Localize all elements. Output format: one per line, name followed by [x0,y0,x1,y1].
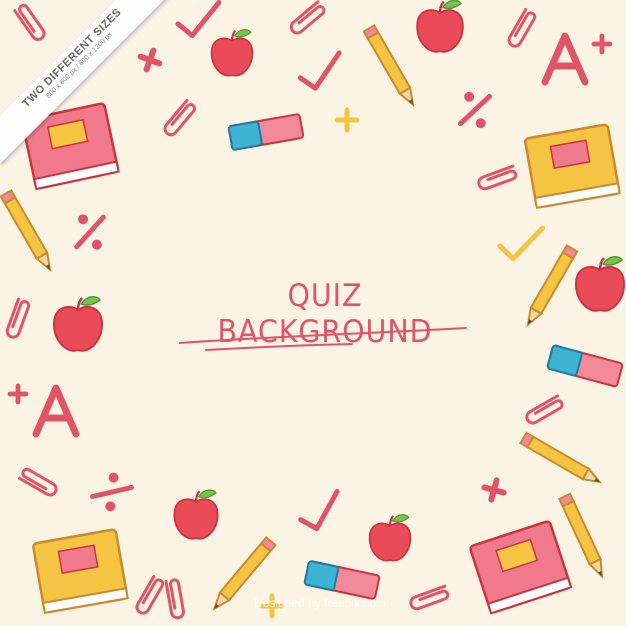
book-icon [523,122,621,209]
checkmark-icon [296,491,347,532]
pencil-icon [0,189,57,274]
eraser-icon [303,559,381,601]
letter-a-plus-icon [10,386,76,434]
paperclip-icon [523,394,566,427]
paperclip-icon [17,466,60,499]
paperclip-icon [4,297,32,341]
pencil-icon [558,492,609,580]
percent-icon [76,214,105,250]
checkmark-icon [499,228,545,260]
paperclip-icon [505,7,538,50]
apple-icon [52,295,104,353]
eraser-icon [227,112,305,152]
apple-icon [416,0,464,53]
apple-icon [173,488,219,540]
pencil-icon [521,244,579,329]
paperclip-icon [161,98,198,139]
pencil-icon [519,431,604,489]
paperclip-icon [287,0,328,37]
paperclip-icon [13,2,48,44]
book-icon [468,519,573,615]
book-icon [31,527,129,614]
paperclip-icon [133,574,186,621]
apple-icon [368,513,412,562]
plus-icon [337,110,357,130]
pencil-icon [362,24,420,109]
apple-icon [574,255,626,313]
credit-text: Designed by freepik.com [253,596,387,610]
apple-icon [210,28,254,77]
checkmark-icon [176,2,224,37]
plus-icon [482,478,506,502]
checkmark-icon [297,53,347,91]
percent-icon [459,91,491,129]
paperclip-icon [475,164,519,192]
percent-icon [91,471,133,514]
eraser-icon [546,344,624,388]
plus-icon [137,47,163,73]
letter-a-plus-icon [545,36,610,82]
page-title: QUIZ BACKGROUND [217,278,433,350]
